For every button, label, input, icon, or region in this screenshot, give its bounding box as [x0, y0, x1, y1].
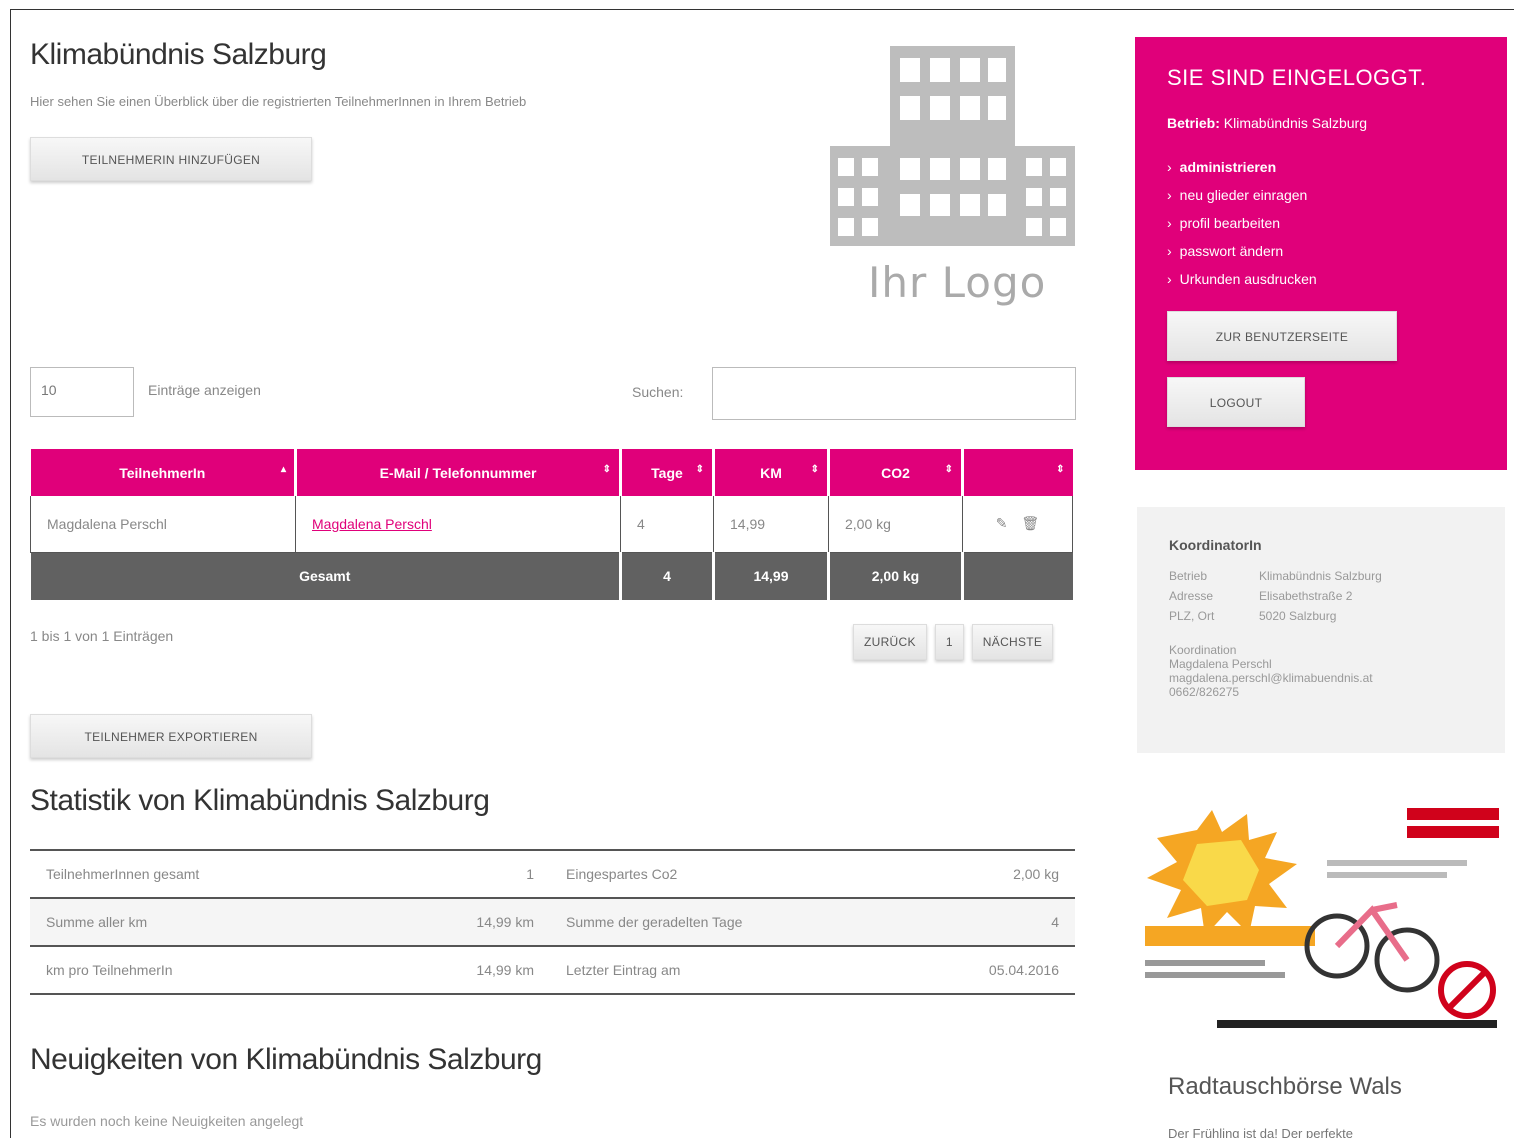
coordinator-row: Betrieb Klimabündnis Salzburg [1169, 569, 1382, 583]
statistics-title: Statistik von Klimabündnis Salzburg [30, 784, 490, 817]
column-header-participant[interactable]: TeilnehmerIn ▴ [30, 449, 297, 496]
column-header-km[interactable]: KM ⇕ [713, 449, 830, 496]
participant-co2: 2,00 kg [828, 496, 963, 553]
add-participant-button[interactable]: TEILNEHMERIN HINZUFÜGEN [30, 137, 312, 181]
edit-icon[interactable]: ✎ [996, 515, 1008, 531]
total-label: Gesamt [30, 552, 622, 600]
logo-text: Ihr Logo [868, 258, 1047, 307]
search-label: Suchen: [632, 384, 684, 400]
chevron-right-icon: › [1167, 215, 1172, 231]
stat-label: km pro TeilnehmerIn [30, 945, 370, 995]
participant-name: Magdalena Perschl [30, 496, 296, 553]
participant-km: 14,99 [713, 496, 829, 553]
account-link[interactable]: › Urkunden ausdrucken [1167, 271, 1475, 299]
stats-row: Summe aller km 14,99 km Summe der gerade… [30, 897, 1075, 947]
sort-icon: ⇕ [810, 464, 819, 475]
account-links: › administrieren › neu glieder einragen › p… [1167, 159, 1475, 299]
stat-value: 1 [370, 849, 550, 899]
stat-value: 05.04.2016 [890, 945, 1075, 995]
coordinator-contact-name: Magdalena Perschl [1169, 657, 1272, 671]
company-value: Klimabündnis Salzburg [1223, 115, 1367, 131]
column-header-co2[interactable]: CO2 ⇕ [828, 449, 964, 496]
stats-row: km pro TeilnehmerIn 14,99 km Letzter Ein… [30, 945, 1075, 995]
sort-icon: ⇕ [602, 464, 611, 475]
account-link[interactable]: › profil bearbeiten [1167, 215, 1475, 243]
login-title: SIE SIND EINGELOGGT. [1167, 65, 1427, 90]
stat-label: Summe der geradelten Tage [550, 897, 890, 947]
chevron-right-icon: › [1167, 271, 1172, 287]
stat-value: 2,00 kg [890, 849, 1075, 899]
next-page-button[interactable]: NÄCHSTE [971, 624, 1054, 660]
ad-title[interactable]: Radtauschbörse Wals [1168, 1073, 1402, 1101]
participant-days: 4 [620, 496, 714, 553]
total-days: 4 [620, 552, 715, 600]
chevron-right-icon: › [1167, 243, 1172, 259]
total-row: Gesamt 4 14,99 2,00 kg [30, 552, 1073, 600]
stat-label: TeilnehmerInnen gesamt [30, 849, 370, 899]
previous-page-button[interactable]: ZURÜCK [853, 624, 927, 660]
column-header-days[interactable]: Tage ⇕ [620, 449, 715, 496]
table-row: Magdalena Perschl Magdalena Perschl 4 14… [30, 496, 1073, 553]
column-header-actions[interactable]: ⇕ [962, 449, 1073, 496]
stat-value: 4 [890, 897, 1075, 947]
coordinator-title: KoordinatorIn [1169, 537, 1262, 553]
stat-label: Eingespartes Co2 [550, 849, 890, 899]
sort-icon: ▴ [280, 464, 286, 475]
entries-length-select[interactable]: 10 [30, 367, 134, 417]
ad-text: Der Frühling ist da! Der perfekte [1168, 1126, 1353, 1138]
chevron-right-icon: › [1167, 187, 1172, 203]
logout-button[interactable]: LOGOUT [1167, 377, 1305, 427]
total-km: 14,99 [713, 552, 830, 600]
stat-value: 14,99 km [370, 897, 550, 947]
stat-value: 14,99 km [370, 945, 550, 995]
user-page-button[interactable]: ZUR BENUTZERSEITE [1167, 311, 1397, 361]
search-input[interactable] [712, 367, 1076, 420]
stats-row: TeilnehmerInnen gesamt 1 Eingespartes Co… [30, 849, 1075, 899]
export-participants-button[interactable]: TEILNEHMER EXPORTIEREN [30, 714, 312, 758]
account-link[interactable]: › passwort ändern [1167, 243, 1475, 271]
sort-icon: ⇕ [695, 464, 704, 475]
coordinator-contact-phone: 0662/826275 [1169, 685, 1240, 699]
total-co2: 2,00 kg [828, 552, 964, 600]
sort-icon: ⇕ [944, 464, 953, 475]
coordinator-box: KoordinatorIn Betrieb Klimabündnis Salzbu… [1137, 507, 1505, 753]
participants-table: TeilnehmerIn ▴ E-Mail / Telefonnummer ⇕ Ta… [30, 449, 1073, 600]
coordinator-row: Adresse Elisabethstraße 2 [1169, 589, 1353, 603]
account-link[interactable]: › neu glieder einragen [1167, 187, 1475, 215]
trash-icon[interactable]: 🗑 [1021, 515, 1039, 531]
advertisement-image[interactable] [1137, 800, 1505, 1050]
company-line: Betrieb: Klimabündnis Salzburg [1167, 115, 1475, 131]
statistics-table: TeilnehmerInnen gesamt 1 Eingespartes Co… [30, 849, 1075, 995]
stat-label: Summe aller km [30, 897, 370, 947]
news-empty-text: Es wurden noch keine Neuigkeiten angeleg… [30, 1113, 304, 1129]
stat-label: Letzter Eintrag am [550, 945, 890, 995]
coordinator-contact-email[interactable]: magdalena.perschl@klimabuendnis.at [1169, 671, 1473, 685]
pagination: ZURÜCK 1 NÄCHSTE [853, 624, 1054, 660]
account-link[interactable]: › administrieren [1167, 159, 1475, 187]
table-info: 1 bis 1 von 1 Einträgen [30, 628, 174, 644]
participant-contact-link[interactable]: Magdalena Perschl [312, 516, 432, 532]
entries-length-label: Einträge anzeigen [148, 382, 261, 398]
sort-icon: ⇕ [1056, 464, 1065, 475]
news-title: Neuigkeiten von Klimabündnis Salzburg [30, 1043, 542, 1076]
chevron-right-icon: › [1167, 159, 1172, 175]
login-box: SIE SIND EINGELOGGT. Betrieb: Klimabündn… [1135, 37, 1507, 470]
company-label: Betrieb: [1167, 115, 1220, 131]
page-1-button[interactable]: 1 [934, 624, 964, 660]
coordinator-row: PLZ, Ort 5020 Salzburg [1169, 609, 1337, 623]
coordinator-contact-label: Koordination [1169, 643, 1237, 657]
column-header-contact[interactable]: E-Mail / Telefonnummer ⇕ [295, 449, 622, 496]
